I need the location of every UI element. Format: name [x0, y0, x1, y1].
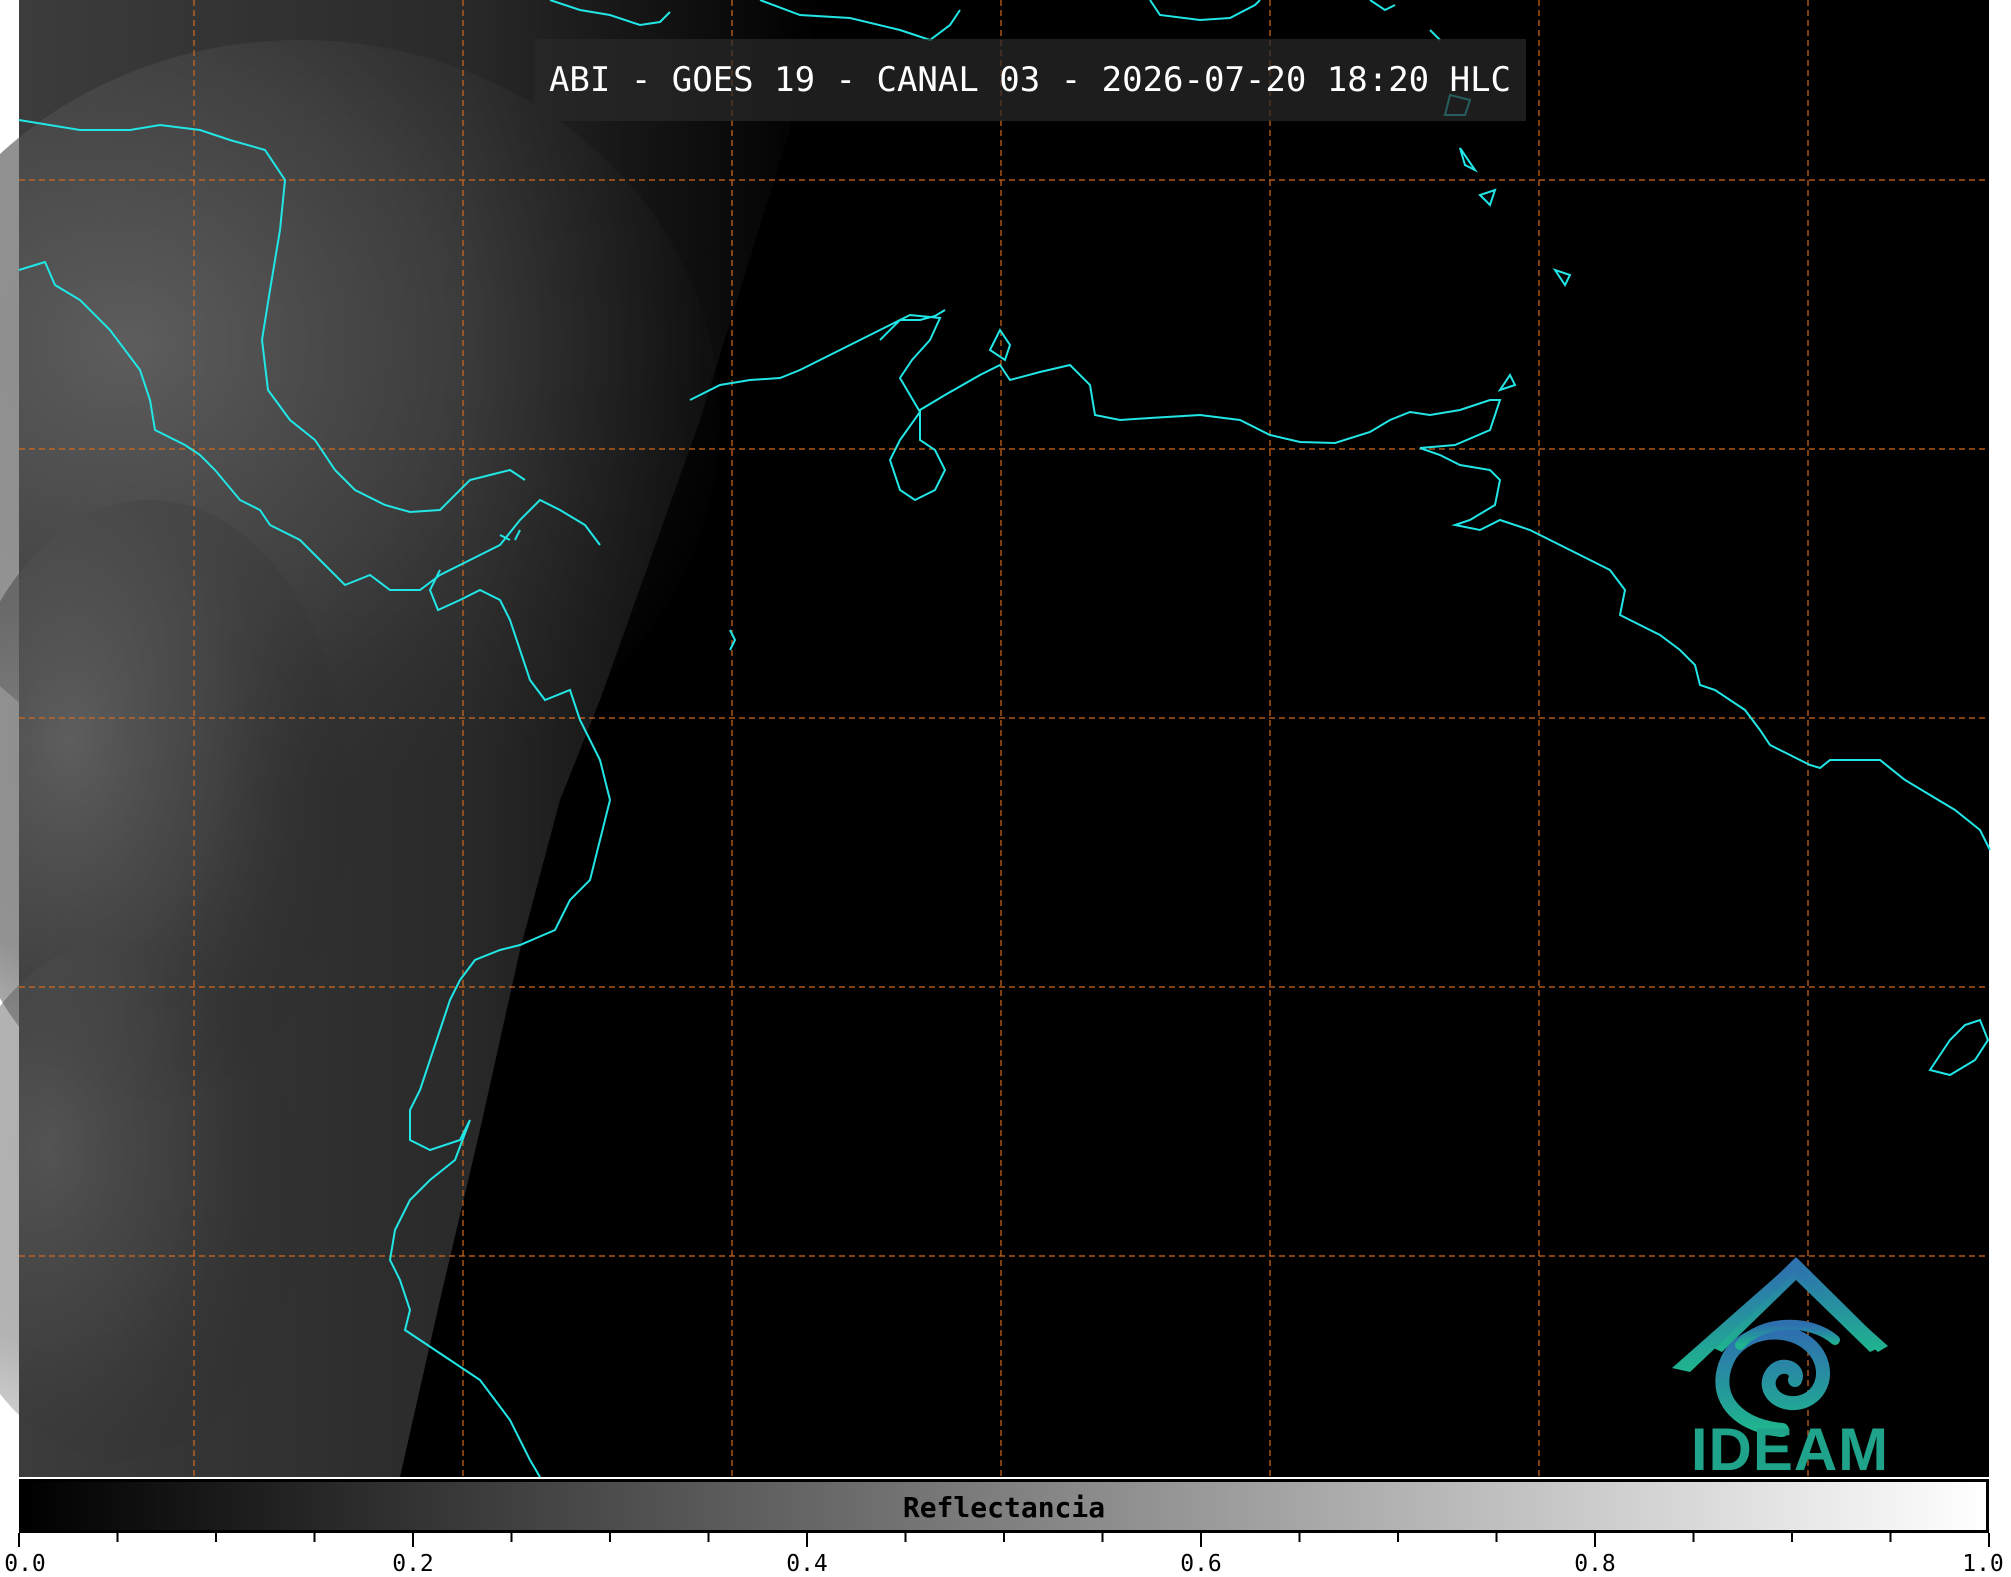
colorbar-tick-label: 0.4 — [786, 1551, 828, 1577]
colorbar-tick-label: 0.2 — [392, 1551, 434, 1577]
ideam-logo-text: IDEAM — [1690, 1416, 1890, 1483]
colorbar-tick-label: 0.0 — [4, 1551, 46, 1577]
colorbar-tick-label: 0.6 — [1180, 1551, 1222, 1577]
satellite-map — [0, 0, 1991, 1547]
colorbar-tick-label: 0.8 — [1574, 1551, 1616, 1577]
colorbar-label: Reflectancia — [902, 1491, 1106, 1524]
map-title: ABI - GOES 19 - CANAL 03 - 2026-07-20 18… — [548, 60, 1512, 100]
colorbar-ticks — [18, 1533, 1990, 1547]
colorbar-tick-label: 1.0 — [1962, 1551, 2004, 1577]
